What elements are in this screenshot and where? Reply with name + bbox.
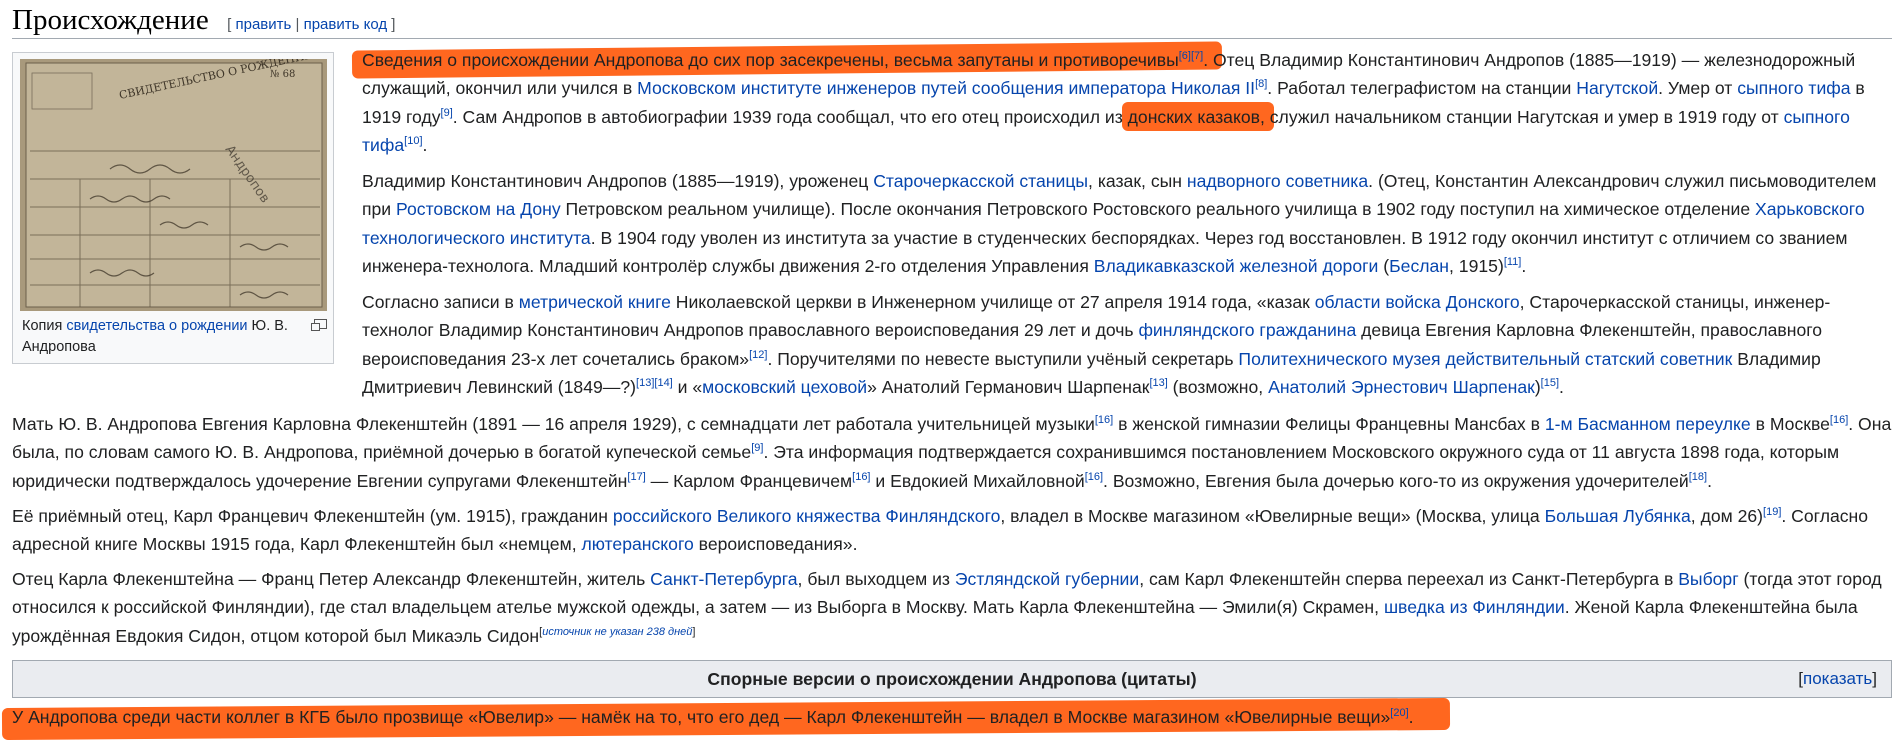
paragraph-origin-2: Владимир Константинович Андропов (1885—1… <box>362 171 1877 276</box>
ref-10[interactable]: [10] <box>404 135 422 147</box>
ref-11[interactable]: [11] <box>1504 256 1522 268</box>
ref-16c[interactable]: [16] <box>852 471 870 483</box>
ref-9[interactable]: [9] <box>441 107 453 119</box>
don-cossacks-text: донских казаков <box>1127 106 1260 127</box>
ref-16d[interactable]: [16] <box>1085 471 1103 483</box>
show-toggle-link[interactable]: показать <box>1803 669 1872 688</box>
ref-7[interactable]: [7] <box>1191 50 1203 62</box>
link-bolshaya-lubyanka[interactable]: Большая Лубянка <box>1545 506 1691 526</box>
paragraph-adoptive-father: Её приёмный отец, Карл Францевич Флекенш… <box>12 506 1869 555</box>
link-nagutskaya[interactable]: Нагутской <box>1576 78 1658 98</box>
link-moscow-railway-institute[interactable]: Московском институте инженеров путей соо… <box>637 78 1255 98</box>
ref-18[interactable]: [18] <box>1689 471 1707 483</box>
magnify-icon[interactable] <box>311 319 327 331</box>
thumb-caption: Копия свидетельства о рождении Ю. В. Анд… <box>22 318 288 355</box>
section-title: Происхождение <box>12 4 209 36</box>
ref-15[interactable]: [15] <box>1541 377 1559 389</box>
link-don-host-oblast[interactable]: области войска Донского <box>1315 292 1520 312</box>
link-beslan[interactable]: Беслан <box>1389 256 1449 276</box>
link-court-councillor[interactable]: надворного советника <box>1187 171 1368 191</box>
ref-6[interactable]: [6] <box>1179 50 1191 62</box>
edit-links: [ править | править код ] <box>227 16 396 33</box>
ref-13b[interactable]: [13] <box>1149 377 1167 389</box>
link-rostov[interactable]: Ростовском на Дону <box>396 199 561 219</box>
paragraph-mother: Мать Ю. В. Андропова Евгения Карловна Фл… <box>12 414 1892 491</box>
link-vyborg[interactable]: Выборг <box>1678 569 1738 589</box>
link-finnish-citizen[interactable]: финляндского гражданина <box>1138 320 1356 340</box>
ref-13[interactable]: [13] <box>636 377 654 389</box>
ref-8[interactable]: [8] <box>1255 78 1267 90</box>
link-estland-governorate[interactable]: Эстляндской губернии <box>955 569 1139 589</box>
ref-19[interactable]: [19] <box>1763 506 1781 518</box>
disputed-versions-title: Спорные версии о происхождении Андропова… <box>707 669 1197 689</box>
ref-20[interactable]: [20] <box>1390 707 1408 719</box>
link-vladikavkaz-railway[interactable]: Владикавказской железной дороги <box>1094 256 1379 276</box>
doc-number-text: № 68 <box>270 69 295 80</box>
birth-certificate-image[interactable]: СВИДЕТЕЛЬСТВО О РОЖДЕНИИ № 68 Андропов <box>20 59 327 311</box>
link-sharpenak[interactable]: Анатолий Эрнестович Шарпенак <box>1268 377 1535 397</box>
section-heading: Происхождение [ править | править код ] <box>12 2 1892 39</box>
show-toggle: [показать] <box>1798 669 1877 688</box>
paragraph-origin-1: Сведения о происхождении Андропова до си… <box>362 50 1865 155</box>
link-starocherkasskaya[interactable]: Старочеркасской станицы <box>873 171 1088 191</box>
link-polytechnic-museum[interactable]: Политехнического музея действительный ст… <box>1238 349 1732 369</box>
disputed-versions-box: Спорные версии о происхождении Андропова… <box>12 660 1892 698</box>
ref-16b[interactable]: [16] <box>1830 414 1848 426</box>
link-grand-duchy-finland[interactable]: российского Великого княжества Финляндск… <box>613 506 1001 526</box>
link-lutheran[interactable]: лютеранского <box>581 534 693 554</box>
edit-code-link[interactable]: править код <box>304 16 388 33</box>
link-finland-swede[interactable]: шведка из Финляндии <box>1384 597 1565 617</box>
ref-17[interactable]: [17] <box>627 471 645 483</box>
paragraph-kgb-nickname: У Андропова среди части коллег в КГБ был… <box>12 707 1414 727</box>
link-saint-petersburg[interactable]: Санкт-Петербурга <box>650 569 797 589</box>
birth-certificate-link[interactable]: свидетельства о рождении <box>66 318 247 334</box>
ref-12[interactable]: [12] <box>749 349 767 361</box>
link-metric-book[interactable]: метрической книге <box>519 292 671 312</box>
edit-link[interactable]: править <box>236 16 292 33</box>
link-typhus[interactable]: сыпного тифа <box>1737 78 1850 98</box>
paragraph-flekenstein-family: Отец Карла Флекенштейна — Франц Петер Ал… <box>12 569 1882 646</box>
ref-14[interactable]: [14] <box>654 377 672 389</box>
thumbnail-box: СВИДЕТЕЛЬСТВО О РОЖДЕНИИ № 68 Андропов К… <box>12 52 334 364</box>
citation-needed-link[interactable]: источник не указан 238 дней <box>542 626 692 638</box>
birth-certificate-drawing: СВИДЕТЕЛЬСТВО О РОЖДЕНИИ № 68 Андропов <box>20 59 327 311</box>
link-basmanny-lane[interactable]: 1-м Басманном переулке <box>1545 414 1751 434</box>
link-moscow-guild[interactable]: московский цеховой <box>702 377 867 397</box>
ref-9b[interactable]: [9] <box>751 442 763 454</box>
ref-16[interactable]: [16] <box>1095 414 1113 426</box>
paragraph-origin-3: Согласно записи в метрической книге Нико… <box>362 292 1831 397</box>
